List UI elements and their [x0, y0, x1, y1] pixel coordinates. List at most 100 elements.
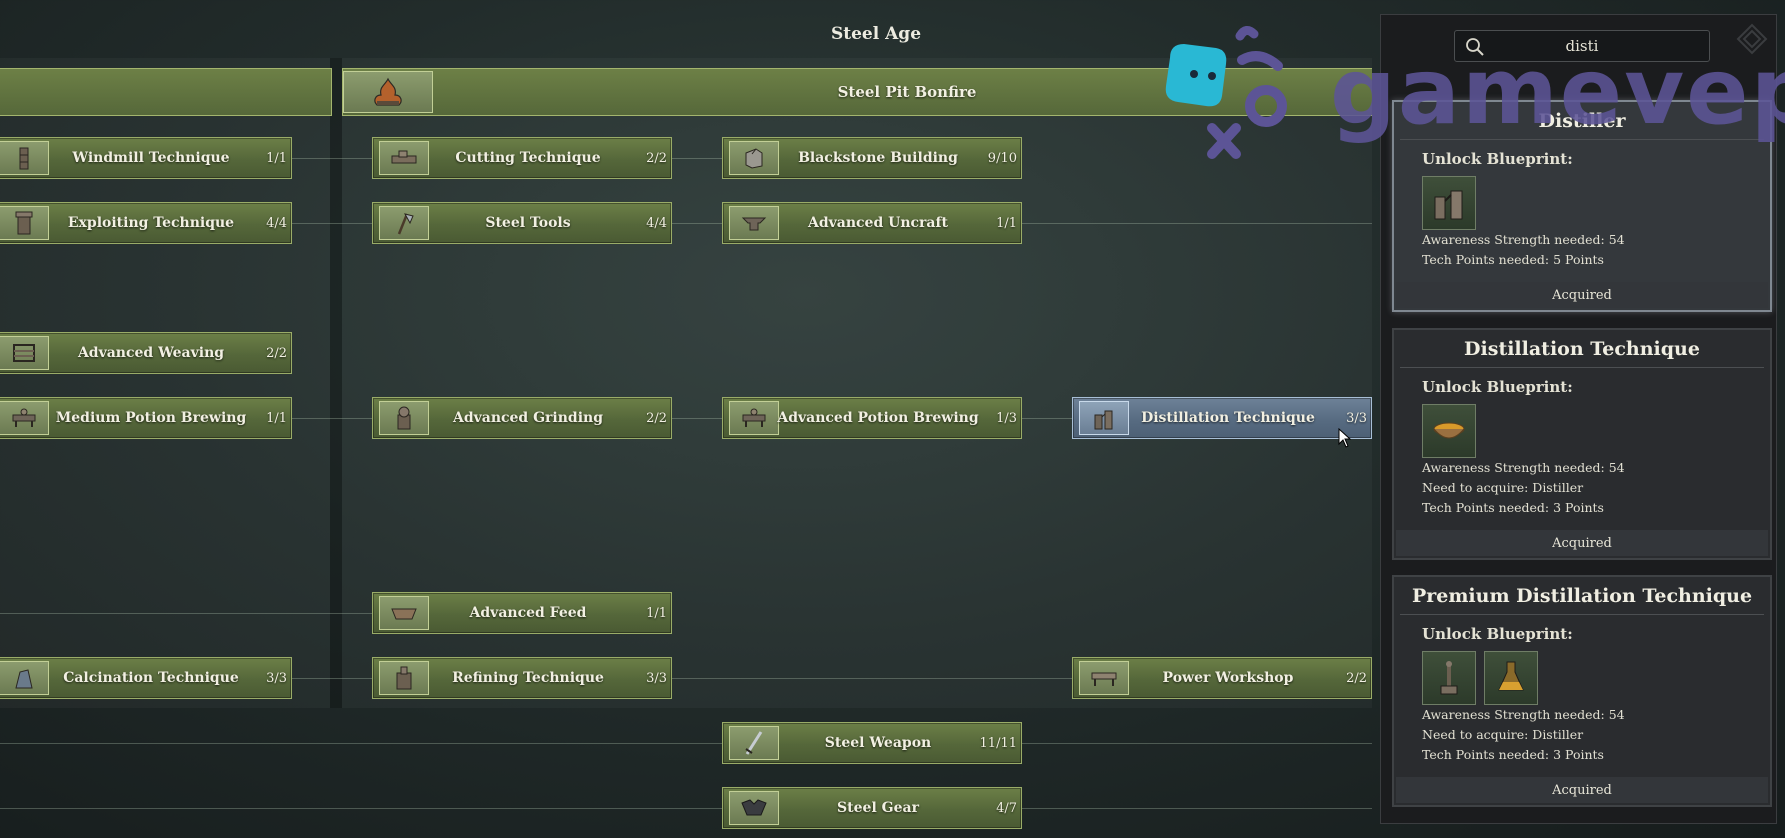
connector-line	[292, 158, 374, 159]
kiln-icon	[0, 661, 49, 695]
connector-line	[0, 613, 374, 614]
connector-line	[292, 223, 374, 224]
tech-node-count: 1/1	[996, 215, 1017, 231]
tech-node-distillation-technique[interactable]: Distillation Technique 3/3	[1072, 397, 1372, 439]
tech-node-label: Steel Gear	[837, 800, 919, 816]
tech-node-count: 1/3	[996, 410, 1017, 426]
watermark-text: gamevep	[1330, 38, 1785, 145]
mouse-cursor-icon	[1338, 428, 1352, 448]
tech-node-refining-technique[interactable]: Refining Technique 3/3	[372, 657, 672, 699]
tech-node-advanced-potion-brewing[interactable]: Advanced Potion Brewing 1/3	[722, 397, 1022, 439]
tech-node-advanced-feed[interactable]: Advanced Feed 1/1	[372, 592, 672, 634]
tech-node-count: 2/2	[646, 150, 667, 166]
grinder-icon	[379, 401, 429, 435]
trough-icon	[379, 596, 429, 630]
tech-node-label: Exploiting Technique	[67, 215, 235, 231]
result-card-status: Acquired	[1396, 282, 1768, 308]
result-card-info: Tech Points needed: 3 Points	[1422, 500, 1604, 515]
result-card-info: Awareness Strength needed: 54	[1422, 460, 1625, 475]
result-card-status: Acquired	[1396, 777, 1768, 803]
result-card-info: Awareness Strength needed: 54	[1422, 707, 1625, 722]
tech-node-label: Advanced Feed	[469, 605, 587, 621]
connector-line	[1021, 418, 1073, 419]
tech-node-advanced-uncraft[interactable]: Advanced Uncraft 1/1	[722, 202, 1022, 244]
tech-node-label: Advanced Weaving	[77, 345, 225, 361]
brewing-station-icon	[0, 401, 49, 435]
result-card-info: Tech Points needed: 3 Points	[1422, 747, 1604, 762]
tech-node-steel-tools[interactable]: Steel Tools 4/4	[372, 202, 672, 244]
anvil-icon	[729, 206, 779, 240]
result-card-subtitle: Unlock Blueprint:	[1422, 378, 1573, 396]
tech-node-blackstone-building[interactable]: Blackstone Building 9/10	[722, 137, 1022, 179]
tech-node-label: Windmill Technique	[72, 150, 230, 166]
tech-node-count: 3/3	[266, 670, 287, 686]
tech-node-count: 1/1	[646, 605, 667, 621]
axe-icon	[379, 206, 429, 240]
tech-node-advanced-weaving[interactable]: Advanced Weaving 2/2	[0, 332, 292, 374]
tech-node-advanced-grinding[interactable]: Advanced Grinding 2/2	[372, 397, 672, 439]
tech-node-label: Advanced Potion Brewing	[777, 410, 979, 426]
tech-node-count: 11/11	[979, 735, 1017, 751]
refinery-icon	[379, 661, 429, 695]
windmill-icon	[0, 141, 49, 175]
tech-node-label: Advanced Uncraft	[808, 215, 948, 231]
header-bar-left	[0, 68, 332, 116]
tech-node-windmill-technique[interactable]: Windmill Technique 1/1	[0, 137, 292, 179]
still-stand-icon	[1422, 651, 1476, 705]
stone-block-icon	[729, 141, 779, 175]
bowl-icon	[1422, 404, 1476, 458]
tech-node-count: 1/1	[266, 150, 287, 166]
tech-node-label: Calcination Technique	[63, 670, 239, 686]
distiller-icon	[1079, 401, 1129, 435]
tech-node-count: 2/2	[266, 345, 287, 361]
connector-line	[0, 808, 723, 809]
flask-icon	[1484, 651, 1538, 705]
result-card-info: Need to acquire: Distiller	[1422, 727, 1584, 742]
tech-node-steel-weapon[interactable]: Steel Weapon 11/11	[722, 722, 1022, 764]
workbench-icon	[1079, 661, 1129, 695]
saw-icon	[379, 141, 429, 175]
tech-node-label: Steel Weapon	[824, 735, 932, 751]
connector-line	[671, 158, 723, 159]
distiller-icon	[1422, 176, 1476, 230]
result-card-subtitle: Unlock Blueprint:	[1422, 625, 1573, 643]
tech-node-label: Cutting Technique	[455, 150, 601, 166]
result-card-status: Acquired	[1396, 530, 1768, 556]
connector-line	[1021, 808, 1372, 809]
connector-line	[671, 418, 723, 419]
tech-node-label: Medium Potion Brewing	[55, 410, 247, 426]
tech-node-count: 4/4	[646, 215, 667, 231]
tech-node-count: 9/10	[987, 150, 1017, 166]
tech-node-cutting-technique[interactable]: Cutting Technique 2/2	[372, 137, 672, 179]
sword-icon	[729, 726, 779, 760]
result-card-title: Distillation Technique	[1400, 330, 1764, 368]
tower-icon	[0, 206, 49, 240]
result-card-info: Need to acquire: Distiller	[1422, 480, 1584, 495]
tech-node-count: 1/1	[266, 410, 287, 426]
tech-node-count: 2/2	[1346, 670, 1367, 686]
tech-node-steel-gear[interactable]: Steel Gear 4/7	[722, 787, 1022, 829]
tech-node-count: 4/4	[266, 215, 287, 231]
gamevep-watermark-logo: gamevep	[1150, 20, 1785, 160]
tech-node-label: Steel Tools	[485, 215, 571, 231]
connector-line	[671, 223, 723, 224]
armor-icon	[729, 791, 779, 825]
brewing-station-icon	[729, 401, 779, 435]
tech-node-label: Blackstone Building	[798, 150, 958, 166]
gamevep-mascot-icon	[1165, 26, 1287, 159]
bonfire-icon	[343, 71, 433, 113]
result-card-title: Premium Distillation Technique	[1400, 577, 1764, 615]
result-card-info: Awareness Strength needed: 54	[1422, 232, 1625, 247]
tech-node-label: Distillation Technique	[1141, 410, 1315, 426]
connector-line	[1021, 223, 1372, 224]
tech-node-power-workshop[interactable]: Power Workshop 2/2	[1072, 657, 1372, 699]
connector-line	[671, 678, 1073, 679]
result-card-premium-distillation-technique[interactable]: Premium Distillation Technique Unlock Bl…	[1392, 575, 1772, 807]
column-separator	[330, 58, 342, 708]
tech-node-label: Power Workshop	[1162, 670, 1294, 686]
result-card-distillation-technique[interactable]: Distillation Technique Unlock Blueprint:…	[1392, 328, 1772, 560]
tech-node-medium-potion-brewing[interactable]: Medium Potion Brewing 1/1	[0, 397, 292, 439]
tech-node-exploiting-technique[interactable]: Exploiting Technique 4/4	[0, 202, 292, 244]
tech-node-calcination-technique[interactable]: Calcination Technique 3/3	[0, 657, 292, 699]
result-card-info: Tech Points needed: 5 Points	[1422, 252, 1604, 267]
